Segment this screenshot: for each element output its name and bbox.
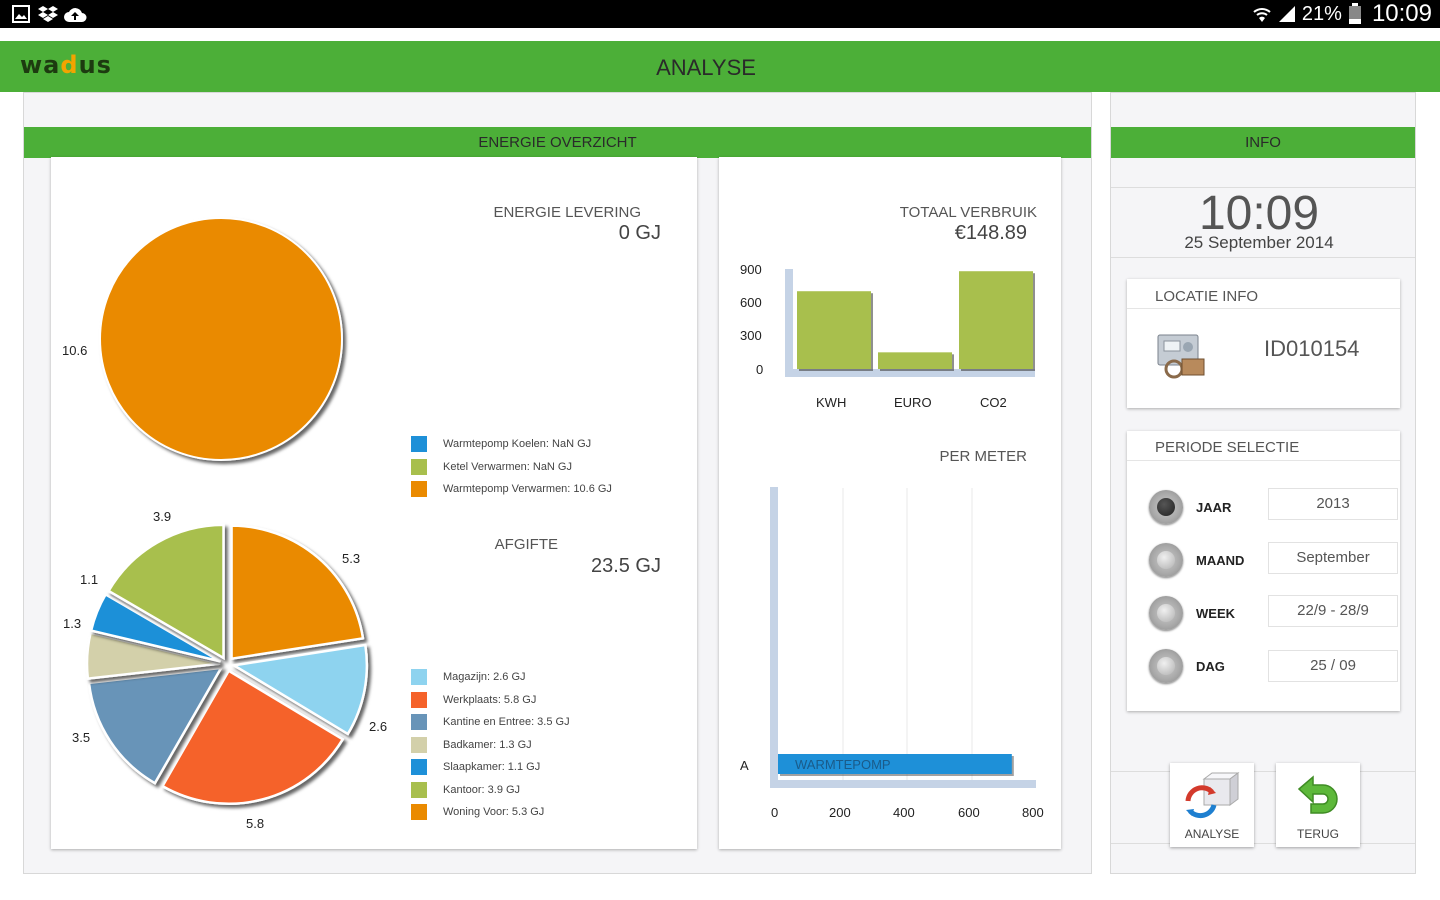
per-meter-bar-chart	[770, 487, 1036, 788]
terug-button[interactable]: TERUG	[1276, 763, 1360, 847]
clock-divider	[1111, 257, 1415, 258]
info-date: 25 September 2014	[1184, 233, 1334, 252]
y-axis-band	[785, 269, 793, 373]
bar-series-label: WARMTEPOMP	[795, 757, 891, 772]
x-tick: 0	[771, 805, 779, 820]
periode-divider	[1127, 460, 1400, 461]
radio-dot	[1157, 498, 1175, 516]
x-axis-band	[770, 780, 1036, 788]
x-tick: 400	[893, 805, 915, 820]
meter-device-icon	[1157, 334, 1205, 379]
button-divider	[1111, 843, 1415, 844]
wifi-icon	[1253, 8, 1271, 22]
bar-charts-svg	[770, 269, 1036, 788]
bar	[878, 352, 952, 369]
periode-title: PERIODE SELECTIE	[1155, 439, 1300, 456]
radio-label-jaar: JAAR	[1196, 500, 1232, 515]
week-value[interactable]: 22/9 - 28/9	[1268, 595, 1398, 627]
y-tick: 900	[740, 262, 762, 277]
locatie-id: ID010154	[1264, 336, 1360, 361]
jaar-value[interactable]: 2013	[1268, 488, 1398, 520]
bar	[797, 291, 871, 369]
info-header: INFO	[1111, 127, 1415, 158]
radio-label-dag: DAG	[1196, 659, 1225, 674]
radio-dot	[1157, 657, 1175, 675]
button-divider	[1111, 771, 1415, 772]
analyse-icon	[1185, 772, 1240, 819]
bar	[959, 271, 1033, 369]
radio-dot	[1157, 551, 1175, 569]
x-category-label: CO2	[980, 395, 1007, 410]
category-label: A	[740, 758, 749, 773]
x-category-label: KWH	[816, 395, 847, 410]
radio-label-week: WEEK	[1196, 606, 1235, 621]
radio-maand[interactable]	[1149, 543, 1183, 577]
terug-button-label: TERUG	[1297, 827, 1339, 841]
y-axis-band	[770, 487, 778, 783]
maand-value[interactable]: September	[1268, 542, 1398, 574]
locatie-title: LOCATIE INFO	[1155, 288, 1259, 305]
radio-week[interactable]	[1149, 596, 1183, 630]
radio-dot	[1157, 604, 1175, 622]
x-tick: 600	[958, 805, 980, 820]
locatie-card: LOCATIE INFO ID010154	[1127, 279, 1400, 408]
y-tick: 600	[740, 295, 762, 310]
x-category-label: EURO	[894, 395, 932, 410]
status-time: 10:09	[1371, 0, 1432, 27]
radio-label-maand: MAAND	[1196, 553, 1245, 568]
totaal-bar-chart	[785, 269, 1035, 377]
analyse-button[interactable]: ANALYSE	[1170, 763, 1254, 847]
analyse-button-label: ANALYSE	[1184, 827, 1240, 841]
radio-dag[interactable]	[1149, 649, 1183, 683]
battery-percent: 21%	[1301, 2, 1342, 25]
x-tick: 200	[829, 805, 851, 820]
y-tick: 0	[756, 362, 764, 377]
y-tick: 300	[740, 328, 762, 343]
radio-jaar[interactable]	[1149, 490, 1183, 524]
x-tick: 800	[1022, 805, 1044, 820]
back-arrow-icon	[1297, 775, 1338, 814]
dag-value[interactable]: 25 / 09	[1268, 650, 1398, 682]
signal-icon	[1278, 6, 1295, 22]
locatie-divider	[1127, 308, 1400, 309]
battery-icon	[1348, 3, 1361, 24]
